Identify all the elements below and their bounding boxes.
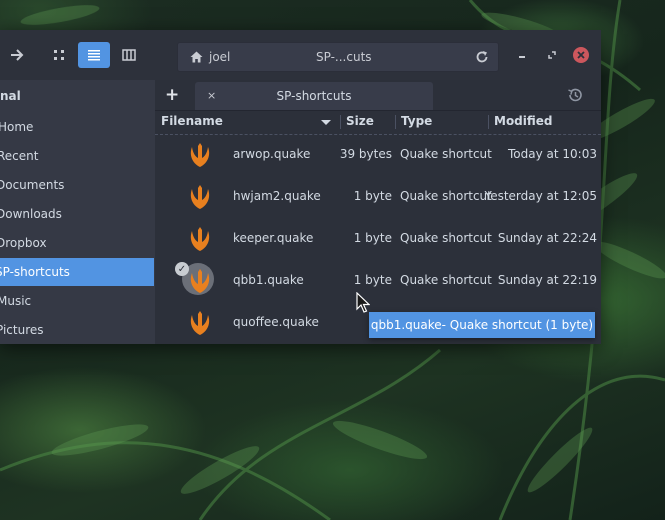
list-view-button[interactable] [78, 42, 110, 68]
file-row[interactable]: keeper.quake 1 byte Quake shortcut Sunda… [155, 218, 601, 260]
reload-icon [476, 51, 488, 63]
sidebar-section-header: nal [0, 89, 21, 103]
file-size: 1 byte [353, 189, 392, 203]
arrow-right-icon [11, 49, 24, 61]
close-button[interactable] [573, 47, 589, 63]
minimize-button[interactable] [514, 47, 530, 63]
grid-icon [54, 50, 64, 60]
tab-label: SP-shortcuts [276, 89, 352, 103]
file-type: Quake shortcut [400, 189, 492, 203]
file-type: Quake shortcut [400, 231, 492, 245]
sidebar-item-label: Recent [0, 149, 39, 163]
file-name: hwjam2.quake [233, 189, 321, 203]
column-header-modified[interactable]: Modified [494, 114, 553, 128]
file-row-selected[interactable]: ✓ qbb1.quake 1 byte Quake shortcut Sunda… [155, 260, 601, 302]
column-header-size[interactable]: Size [346, 114, 374, 128]
file-view: + × SP-shortcuts Filename Size Type Modi… [155, 80, 601, 344]
column-headers: Filename Size Type Modified [155, 110, 601, 135]
quake-file-icon [190, 311, 210, 335]
forward-button[interactable] [2, 42, 32, 68]
sidebar-item-label: SP-shortcuts [0, 265, 70, 279]
column-header-type[interactable]: Type [401, 114, 432, 128]
file-modified: Sunday at 22:19 [497, 273, 597, 287]
breadcrumb-home[interactable]: joel [190, 43, 230, 71]
sidebar-item-label: Pictures [0, 323, 44, 337]
file-modified: Today at 10:03 [508, 147, 597, 161]
column-view-button[interactable] [114, 42, 144, 68]
column-header-filename[interactable]: Filename [161, 114, 223, 128]
breadcrumb-current-label: SP-...cuts [316, 50, 372, 64]
sidebar-item-dropbox[interactable]: Dropbox [0, 229, 150, 257]
column-divider[interactable] [340, 115, 341, 129]
file-tooltip: qbb1.quake- Quake shortcut (1 byte) [369, 312, 595, 338]
headerbar: joel SP-...cuts [0, 30, 601, 80]
sidebar-item-label: Music [0, 294, 32, 308]
tab-history-button[interactable] [567, 87, 583, 107]
new-tab-button[interactable]: + [165, 85, 179, 105]
minimize-icon [519, 56, 525, 58]
reload-button[interactable] [475, 49, 489, 68]
sidebar-item-recent[interactable]: Recent [0, 142, 151, 170]
checkmark-icon[interactable]: ✓ [175, 262, 189, 276]
maximize-button[interactable] [544, 47, 560, 63]
file-size: 1 byte [353, 231, 392, 245]
quake-file-icon [190, 227, 210, 251]
file-manager-window: joel SP-...cuts nal Home Recent Document… [0, 30, 601, 344]
sidebar-item-home[interactable]: Home [0, 113, 152, 141]
file-name: arwop.quake [233, 147, 311, 161]
columns-icon [122, 49, 136, 61]
file-modified: Sunday at 22:24 [497, 231, 597, 245]
home-icon [190, 51, 203, 63]
file-row[interactable]: hwjam2.quake 1 byte Quake shortcut Yeste… [155, 176, 601, 218]
sidebar-item-documents[interactable]: Documents [0, 171, 150, 199]
file-row[interactable]: arwop.quake 39 bytes Quake shortcut Toda… [155, 134, 601, 176]
sidebar: nal Home Recent Documents Downloads Drop… [0, 80, 155, 344]
sidebar-item-sp-shortcuts[interactable]: SP-shortcuts [0, 258, 154, 286]
close-icon [577, 51, 585, 59]
column-divider[interactable] [395, 115, 396, 129]
file-type: Quake shortcut [400, 273, 492, 287]
maximize-icon [548, 51, 556, 59]
sidebar-item-pictures[interactable]: Pictures [0, 316, 150, 344]
sort-descending-icon [321, 120, 331, 125]
tab-sp-shortcuts[interactable]: × SP-shortcuts [195, 82, 433, 110]
history-icon [568, 88, 582, 102]
quake-file-icon [190, 185, 210, 209]
file-name: keeper.quake [233, 231, 314, 245]
icon-view-button[interactable] [44, 42, 74, 68]
column-divider[interactable] [488, 115, 489, 129]
file-type: Quake shortcut [400, 147, 492, 161]
sidebar-item-music[interactable]: Music [0, 287, 151, 315]
quake-file-icon [190, 143, 210, 167]
breadcrumb-home-label: joel [209, 50, 231, 64]
quake-file-icon [190, 269, 210, 293]
mouse-pointer-icon [356, 292, 370, 313]
sidebar-item-label: Dropbox [0, 236, 47, 250]
sidebar-item-label: Downloads [0, 207, 62, 221]
file-size: 39 bytes [339, 147, 392, 161]
sidebar-item-label: Home [0, 120, 34, 134]
file-size: 1 byte [353, 273, 392, 287]
tab-bar: + × SP-shortcuts [155, 80, 601, 111]
file-modified: Yesterday at 12:05 [484, 189, 597, 203]
breadcrumb-current[interactable]: SP-...cuts [316, 43, 372, 71]
file-name: quoffee.quake [233, 315, 319, 329]
location-bar[interactable]: joel SP-...cuts [177, 42, 499, 72]
sidebar-item-downloads[interactable]: Downloads [0, 200, 150, 228]
file-name: qbb1.quake [233, 273, 304, 287]
list-icon [88, 50, 100, 61]
sidebar-item-label: Documents [0, 178, 65, 192]
